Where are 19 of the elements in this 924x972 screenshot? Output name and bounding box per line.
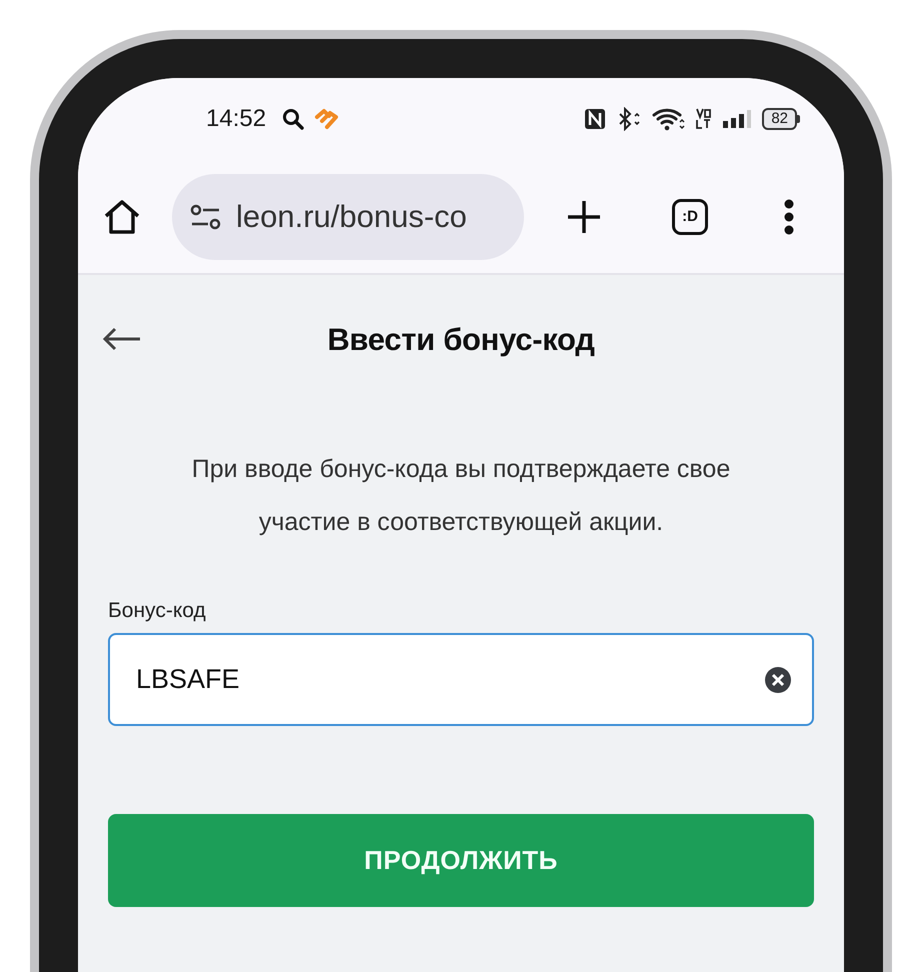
url-text: leon.ru/bonus-co [236, 198, 467, 234]
page-title: Ввести бонус-код [327, 322, 595, 358]
field-label: Бонус-код [108, 599, 207, 623]
back-arrow-icon[interactable] [102, 327, 142, 351]
settings-icon[interactable] [190, 204, 222, 230]
home-icon[interactable] [102, 198, 142, 234]
menu-icon[interactable] [784, 198, 794, 234]
signal-icon [722, 109, 752, 129]
new-tab-icon[interactable] [566, 198, 602, 234]
status-time: 14:52 [206, 105, 266, 133]
wifi-icon [652, 107, 686, 131]
description-text: При вводе бонус-кода вы подтверждаете свое участие в соответствующей акции. [190, 454, 732, 538]
search-icon [282, 108, 304, 130]
nfc-icon [584, 108, 606, 130]
battery-icon: 82 [762, 108, 800, 130]
bonus-code-field[interactable]: LBSAFE [108, 633, 814, 726]
address-bar[interactable]: leon.ru/bonus-co [172, 174, 524, 260]
tabs-button[interactable]: :D [672, 198, 708, 234]
clear-icon[interactable] [764, 666, 792, 694]
